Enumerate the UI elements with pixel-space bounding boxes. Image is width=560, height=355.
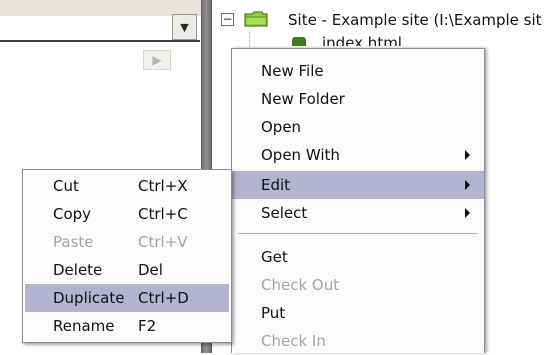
menu-item-check-out[interactable]: Check Out xyxy=(232,271,484,299)
folder-icon xyxy=(244,11,268,27)
shortcut-label: Ctrl+D xyxy=(138,289,189,307)
submenu-arrow-icon xyxy=(465,208,470,218)
menu-item-label: Check In xyxy=(261,332,326,350)
menu-separator xyxy=(238,233,478,234)
shortcut-label: Ctrl+C xyxy=(138,205,188,223)
submenu-item-paste[interactable]: Paste Ctrl+V xyxy=(25,228,229,256)
menu-item-select[interactable]: Select xyxy=(232,199,484,227)
site-label: Site - Example site (I:\Example sit xyxy=(288,11,542,29)
menu-item-new-folder[interactable]: New Folder xyxy=(232,85,484,113)
submenu-item-copy[interactable]: Copy Ctrl+C xyxy=(25,200,229,228)
submenu-item-cut[interactable]: Cut Ctrl+X xyxy=(25,172,229,200)
menu-item-edit[interactable]: Edit xyxy=(232,171,484,199)
edit-submenu: Cut Ctrl+X Copy Ctrl+C Paste Ctrl+V Dele… xyxy=(22,169,232,343)
menu-item-label: Get xyxy=(261,248,288,266)
menu-item-new-file[interactable]: New File xyxy=(232,57,484,85)
submenu-item-rename[interactable]: Rename F2 xyxy=(25,312,229,340)
submenu-item-label: Rename xyxy=(53,317,115,335)
context-menu: New File New Folder Open Open With Edit … xyxy=(231,48,485,353)
submenu-arrow-icon xyxy=(465,180,470,190)
menu-item-get[interactable]: Get xyxy=(232,243,484,271)
menu-item-label: Check Out xyxy=(261,276,340,294)
submenu-item-label: Delete xyxy=(53,261,103,279)
menu-item-label: Open With xyxy=(261,146,340,164)
menu-item-open[interactable]: Open xyxy=(232,113,484,141)
submenu-item-label: Paste xyxy=(53,233,94,251)
menu-item-label: Select xyxy=(261,204,308,222)
file-label: index.html xyxy=(322,34,402,46)
submenu-item-label: Cut xyxy=(53,177,79,195)
menu-item-label: Open xyxy=(261,118,302,136)
shortcut-label: Ctrl+V xyxy=(138,233,188,251)
menu-item-label: Edit xyxy=(261,176,291,194)
html-page-icon xyxy=(292,37,306,46)
submenu-item-label: Duplicate xyxy=(53,289,125,307)
shortcut-label: F2 xyxy=(138,317,157,335)
scroll-right-icon: ▶ xyxy=(152,53,162,67)
menu-item-put[interactable]: Put xyxy=(232,299,484,327)
dropdown-arrow-icon: ▼ xyxy=(180,20,189,34)
tree-row-index-file[interactable]: index.html xyxy=(212,32,560,46)
dropdown-button[interactable]: ▼ xyxy=(172,14,197,40)
collapse-icon[interactable]: − xyxy=(221,13,234,26)
menu-item-label: New Folder xyxy=(261,90,345,108)
submenu-item-label: Copy xyxy=(53,205,92,223)
scroll-right-button[interactable]: ▶ xyxy=(143,50,171,70)
menu-item-open-with[interactable]: Open With xyxy=(232,141,484,169)
submenu-item-delete[interactable]: Delete Del xyxy=(25,256,229,284)
combo-box-border xyxy=(0,40,200,42)
submenu-arrow-icon xyxy=(465,150,470,160)
left-toolbar xyxy=(0,0,201,16)
tree-row-site[interactable]: − Site - Example site (I:\Example sit xyxy=(212,10,560,32)
menu-item-check-in[interactable]: Check In xyxy=(232,327,484,355)
shortcut-label: Del xyxy=(138,261,163,279)
menu-item-label: New File xyxy=(261,62,324,80)
submenu-item-duplicate[interactable]: Duplicate Ctrl+D xyxy=(25,284,229,312)
shortcut-label: Ctrl+X xyxy=(138,177,188,195)
menu-item-label: Put xyxy=(261,304,286,322)
